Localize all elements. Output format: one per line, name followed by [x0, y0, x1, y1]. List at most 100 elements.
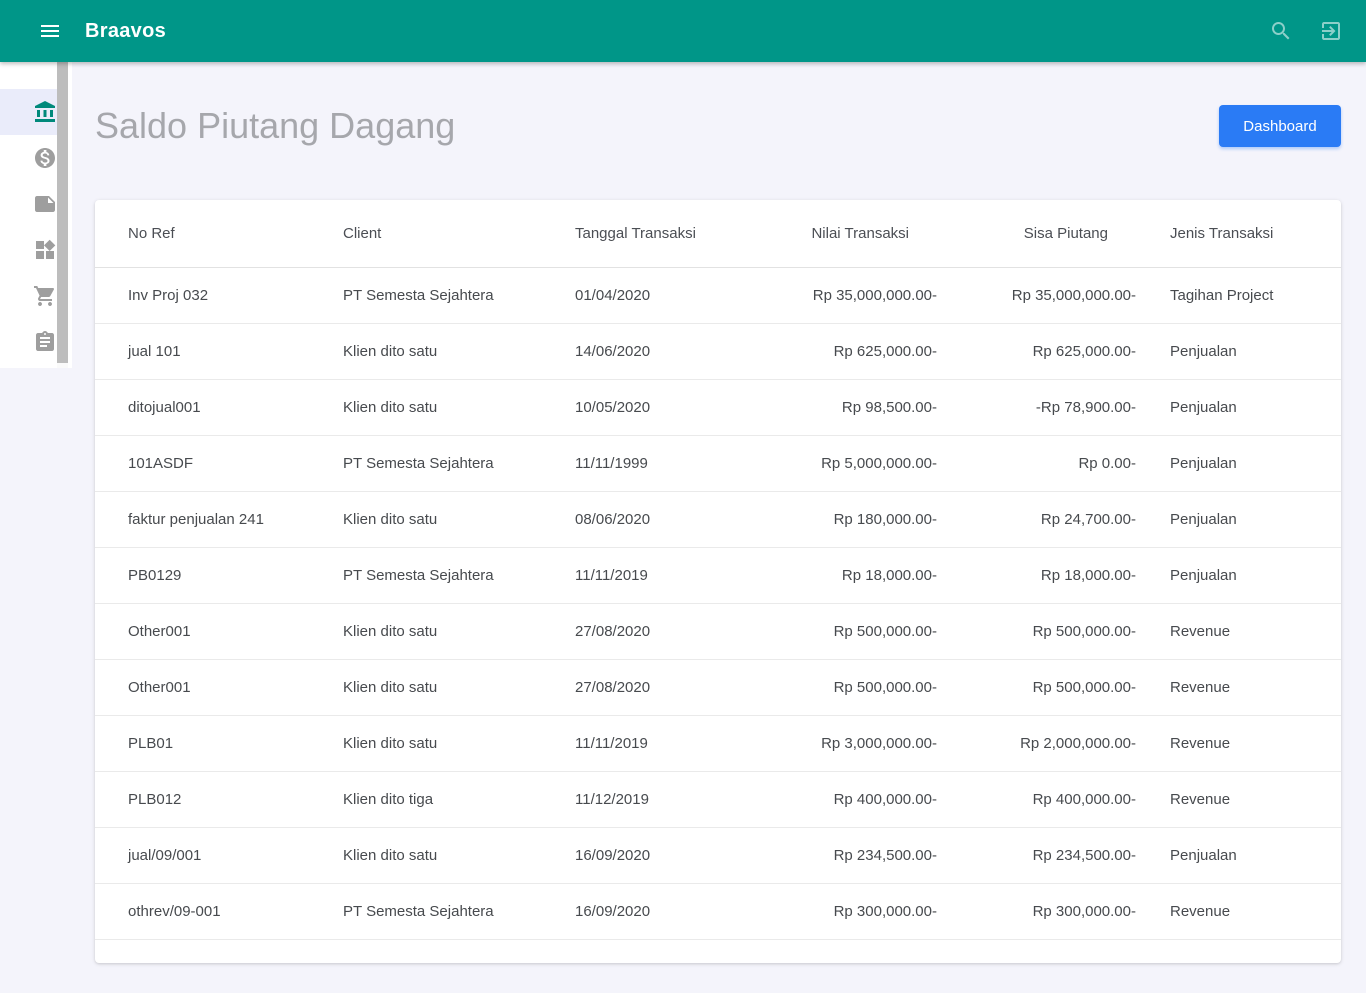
table-cell: Klien dito satu	[310, 659, 542, 716]
table-cell: Rp 300,000.00-	[772, 883, 937, 940]
table-cell: Penjualan	[1136, 379, 1341, 436]
table-cell: Rp 234,500.00-	[937, 827, 1136, 884]
table-cell: Rp 35,000,000.00-	[937, 267, 1136, 324]
table-cell: PT Semesta Sejahtera	[310, 435, 542, 492]
table-row[interactable]: Other001 Klien dito satu 27/08/2020 Rp 500,…	[95, 603, 1341, 660]
table-cell: Klien dito satu	[310, 715, 542, 772]
table-cell: Rp 5,000,000.00-	[772, 435, 937, 492]
table-cell: Rp 2,000,000.00-	[937, 715, 1136, 772]
search-icon[interactable]	[1269, 19, 1293, 43]
sidebar-scrollbar[interactable]	[57, 62, 68, 368]
table-cell: Rp 24,700.00-	[937, 491, 1136, 548]
table-cell: Rp 98,500.00-	[772, 379, 937, 436]
table-cell: 27/08/2020	[542, 659, 772, 716]
dashboard-button[interactable]: Dashboard	[1219, 105, 1341, 147]
table-cell: Inv Proj 032	[95, 267, 310, 324]
table-cell: Klien dito satu	[310, 827, 542, 884]
table-row[interactable]: Inv Proj 032 PT Semesta Sejahtera 01/04/20…	[95, 267, 1341, 324]
table-row[interactable]: jual 101 Klien dito satu 14/06/2020 Rp 625,…	[95, 323, 1341, 380]
table-cell: Rp 180,000.00-	[772, 491, 937, 548]
receivables-table: No Ref Client Tanggal Transaksi Nilai Trans…	[95, 200, 1341, 940]
sidebar-item-finance[interactable]	[0, 135, 57, 181]
table-row[interactable]: PLB01 Klien dito satu 11/11/2019 Rp 3,000,0…	[95, 715, 1341, 772]
table-cell: Revenue	[1136, 603, 1341, 660]
table-row[interactable]: PLB012 Klien dito tiga 11/12/2019 Rp 400,00…	[95, 771, 1341, 828]
page-head: Saldo Piutang Dagang Dashboard	[95, 104, 1341, 148]
table-cell: PT Semesta Sejahtera	[310, 267, 542, 324]
column-header: Tanggal Transaksi	[542, 200, 772, 268]
table-cell: Klien dito satu	[310, 491, 542, 548]
money-icon	[33, 146, 57, 170]
table-cell: Penjualan	[1136, 547, 1341, 604]
table-row[interactable]: PB0129 PT Semesta Sejahtera 11/11/2019 Rp 1…	[95, 547, 1341, 604]
table-cell: 16/09/2020	[542, 827, 772, 884]
table-cell: 11/12/2019	[542, 771, 772, 828]
clipboard-icon	[33, 330, 57, 354]
sidebar-item-documents[interactable]	[0, 181, 57, 227]
column-header: Client	[310, 200, 542, 268]
table-cell: Rp 18,000.00-	[772, 547, 937, 604]
table-row[interactable]: Other001 Klien dito satu 27/08/2020 Rp 500,…	[95, 659, 1341, 716]
app-title: Braavos	[85, 19, 167, 42]
table-cell: Penjualan	[1136, 827, 1341, 884]
table-cell: 11/11/1999	[542, 435, 772, 492]
table-row[interactable]: jual/09/001 Klien dito satu 16/09/2020 Rp 2…	[95, 827, 1341, 884]
table-cell: Klien dito satu	[310, 379, 542, 436]
page-title: Saldo Piutang Dagang	[95, 105, 456, 146]
table-cell: Revenue	[1136, 659, 1341, 716]
table-cell: 01/04/2020	[542, 267, 772, 324]
table-cell: Klien dito satu	[310, 323, 542, 380]
table-cell: Klien dito tiga	[310, 771, 542, 828]
table-cell: PLB01	[95, 715, 310, 772]
table-cell: PT Semesta Sejahtera	[310, 883, 542, 940]
table-cell: Other001	[95, 603, 310, 660]
menu-icon[interactable]	[38, 19, 62, 43]
table-row[interactable]: ditojual001 Klien dito satu 10/05/2020 Rp 9…	[95, 379, 1341, 436]
table-cell: 16/09/2020	[542, 883, 772, 940]
table-header-row: No Ref Client Tanggal Transaksi Nilai Trans…	[95, 200, 1341, 268]
exit-icon[interactable]	[1319, 19, 1343, 43]
table-cell: Revenue	[1136, 883, 1341, 940]
sidebar-item-sales[interactable]	[0, 273, 57, 319]
table-cell: 08/06/2020	[542, 491, 772, 548]
main-content: Saldo Piutang Dagang Dashboard No Ref Cli…	[72, 62, 1366, 963]
table-cell: Rp 234,500.00-	[772, 827, 937, 884]
table-row[interactable]: faktur penjualan 241 Klien dito satu 08/06…	[95, 491, 1341, 548]
column-header: Nilai Transaksi	[772, 200, 937, 268]
app-header: Braavos	[0, 0, 1366, 62]
column-header: Sisa Piutang	[937, 200, 1136, 268]
table-cell: Rp 625,000.00-	[937, 323, 1136, 380]
table-cell: jual 101	[95, 323, 310, 380]
table-row[interactable]: 101ASDF PT Semesta Sejahtera 11/11/1999 Rp …	[95, 435, 1341, 492]
table-cell: Rp 500,000.00-	[937, 603, 1136, 660]
table-cell: Revenue	[1136, 771, 1341, 828]
table-body: Inv Proj 032 PT Semesta Sejahtera 01/04/20…	[95, 267, 1341, 940]
table-cell: Rp 300,000.00-	[937, 883, 1136, 940]
note-icon	[33, 192, 57, 216]
table-cell: Penjualan	[1136, 323, 1341, 380]
table-row[interactable]: othrev/09-001 PT Semesta Sejahtera 16/09/2…	[95, 883, 1341, 940]
table-cell: Rp 500,000.00-	[772, 659, 937, 716]
table-cell: Rp 625,000.00-	[772, 323, 937, 380]
table-cell: faktur penjualan 241	[95, 491, 310, 548]
table-cell: 101ASDF	[95, 435, 310, 492]
table-cell: 11/11/2019	[542, 715, 772, 772]
table-cell: Rp 0.00-	[937, 435, 1136, 492]
table-cell: 10/05/2020	[542, 379, 772, 436]
table-cell: PB0129	[95, 547, 310, 604]
table-cell: 27/08/2020	[542, 603, 772, 660]
table-cell: Rp 35,000,000.00-	[772, 267, 937, 324]
sidebar-item-widgets[interactable]	[0, 227, 57, 273]
table-cell: 11/11/2019	[542, 547, 772, 604]
sidebar-scrollbar-thumb[interactable]	[57, 62, 68, 363]
table-cell: Klien dito satu	[310, 603, 542, 660]
column-header: No Ref	[95, 200, 310, 268]
sidebar-item-receivables[interactable]	[0, 89, 57, 135]
table-cell: Rp 400,000.00-	[937, 771, 1136, 828]
sidebar-item-reports[interactable]	[0, 319, 57, 365]
table-cell: Rp 3,000,000.00-	[772, 715, 937, 772]
bank-icon	[33, 100, 57, 124]
receivables-card: No Ref Client Tanggal Transaksi Nilai Trans…	[95, 200, 1341, 963]
table-cell: -Rp 78,900.00-	[937, 379, 1136, 436]
table-cell: othrev/09-001	[95, 883, 310, 940]
